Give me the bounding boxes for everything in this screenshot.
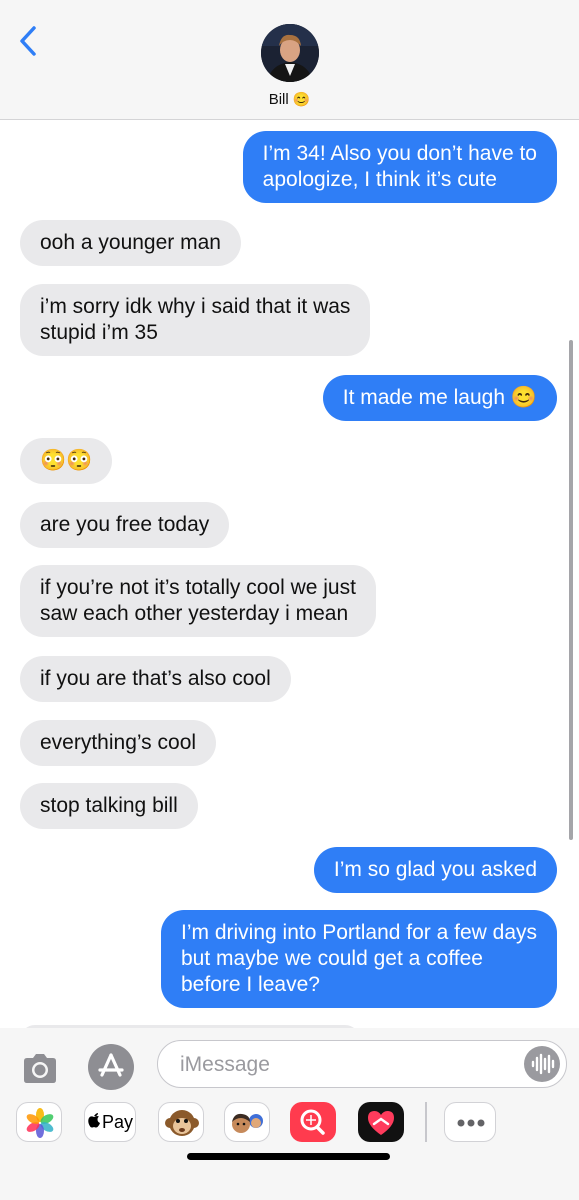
more-icon[interactable] [444, 1102, 496, 1142]
contact-name-text: Bill [268, 91, 289, 108]
composer-bar: iMessage Pay [0, 1028, 579, 1200]
contact-emoji: 😊 [292, 91, 311, 107]
avatar[interactable] [261, 24, 319, 82]
message-bubble-incoming[interactable]: everything’s cool [20, 720, 217, 766]
message-bubble-incoming[interactable]: i’m sorry idk why i said that it was stu… [20, 284, 371, 356]
audio-waveform-icon[interactable] [524, 1046, 560, 1082]
apple-logo-icon [87, 1112, 101, 1133]
heart-fitness-icon[interactable] [358, 1102, 404, 1142]
search-images-icon[interactable] [290, 1102, 336, 1142]
app-store-icon[interactable] [88, 1044, 134, 1090]
message-bubble-outgoing[interactable]: I’m so glad you asked [313, 847, 557, 893]
contact-name[interactable]: Bill 😊 [0, 91, 579, 108]
home-indicator[interactable] [187, 1153, 390, 1160]
imessage-placeholder: iMessage [180, 1053, 270, 1076]
message-bubble-outgoing[interactable]: It made me laugh 😊 [322, 375, 557, 421]
message-bubble-incoming[interactable]: stop talking bill [20, 783, 198, 829]
apple-pay-icon[interactable]: Pay [84, 1102, 136, 1142]
message-bubble-incoming[interactable]: if you are that’s also cool [20, 656, 291, 702]
photos-icon[interactable] [16, 1102, 62, 1142]
message-bubble-incoming[interactable]: are you free today [20, 502, 230, 548]
message-thread[interactable]: I’m 34! Also you don’t have to apologize… [0, 120, 579, 1030]
apple-pay-label: Pay [101, 1111, 134, 1132]
message-bubble-incoming[interactable]: 😳😳 [20, 438, 113, 484]
imessage-input[interactable]: iMessage [157, 1040, 567, 1088]
camera-icon[interactable] [20, 1048, 60, 1088]
monkey-animoji-icon[interactable] [158, 1102, 204, 1142]
drawer-divider [425, 1102, 427, 1142]
app-drawer: Pay [0, 1102, 579, 1146]
memoji-icon[interactable] [224, 1102, 270, 1142]
message-bubble-outgoing[interactable]: I’m driving into Portland for a few days… [161, 910, 557, 1008]
message-bubble-incoming[interactable]: ooh a younger man [20, 220, 241, 266]
message-bubble-incoming[interactable]: if you’re not it’s totally cool we just … [20, 565, 376, 637]
message-bubble-outgoing[interactable]: I’m 34! Also you don’t have to apologize… [242, 131, 557, 203]
conversation-header: Bill 😊 [0, 0, 579, 120]
scrollbar[interactable] [569, 340, 573, 840]
chevron-left-icon[interactable] [14, 24, 44, 58]
